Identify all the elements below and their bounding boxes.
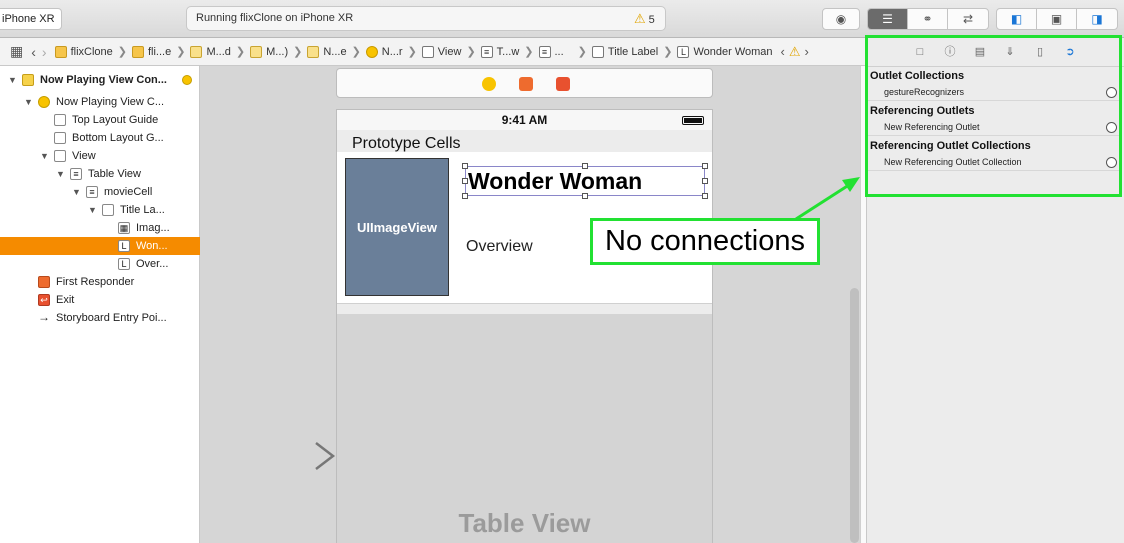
annotation-callout: No connections	[590, 218, 820, 265]
xcode-window: iPhone XR Running flixClone on iPhone XR…	[0, 0, 1124, 543]
annotation-arrow	[795, 177, 860, 221]
